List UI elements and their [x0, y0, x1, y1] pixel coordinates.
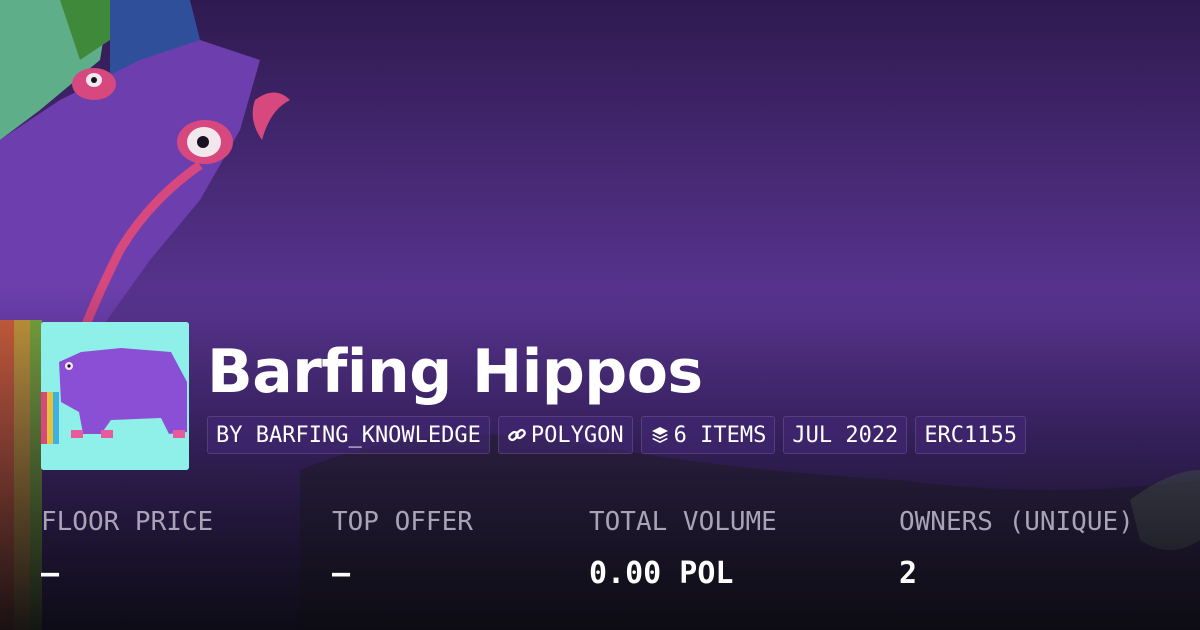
stat-label: OWNERS (UNIQUE) [899, 507, 1134, 537]
collection-tags: BY BARFING_KNOWLEDGE POLYGON 6 ITEMS JUL… [207, 416, 1027, 454]
date-tag-label: JUL 2022 [792, 422, 899, 448]
stat-top-offer: TOP OFFER – [332, 504, 473, 592]
stat-value: – [332, 556, 351, 591]
stat-owners: OWNERS (UNIQUE) 2 [899, 504, 1134, 592]
layers-icon [650, 425, 670, 445]
items-tag-label: 6 ITEMS [673, 422, 767, 448]
standard-tag: ERC1155 [915, 416, 1027, 454]
collection-thumbnail[interactable] [41, 322, 189, 470]
chain-tag-label: POLYGON [530, 422, 624, 448]
chain-link-icon [507, 425, 527, 445]
chain-tag[interactable]: POLYGON [497, 416, 633, 454]
stat-value: – [41, 556, 60, 591]
date-tag: JUL 2022 [783, 416, 908, 454]
creator-tag-label: BY BARFING_KNOWLEDGE [216, 422, 481, 448]
standard-tag-label: ERC1155 [924, 422, 1018, 448]
stat-label: TOTAL VOLUME [589, 507, 777, 537]
items-tag[interactable]: 6 ITEMS [640, 416, 776, 454]
stat-label: TOP OFFER [332, 507, 473, 537]
stat-floor-price: FLOOR PRICE – [41, 504, 213, 592]
stat-total-volume: TOTAL VOLUME 0.00 POL [589, 504, 777, 592]
stat-value: 0.00 POL [589, 556, 734, 591]
creator-tag[interactable]: BY BARFING_KNOWLEDGE [207, 416, 490, 454]
stat-value: 2 [899, 556, 918, 591]
collection-title: Barfing Hippos [207, 337, 703, 407]
hippo-image [41, 322, 189, 470]
stat-label: FLOOR PRICE [41, 507, 214, 537]
